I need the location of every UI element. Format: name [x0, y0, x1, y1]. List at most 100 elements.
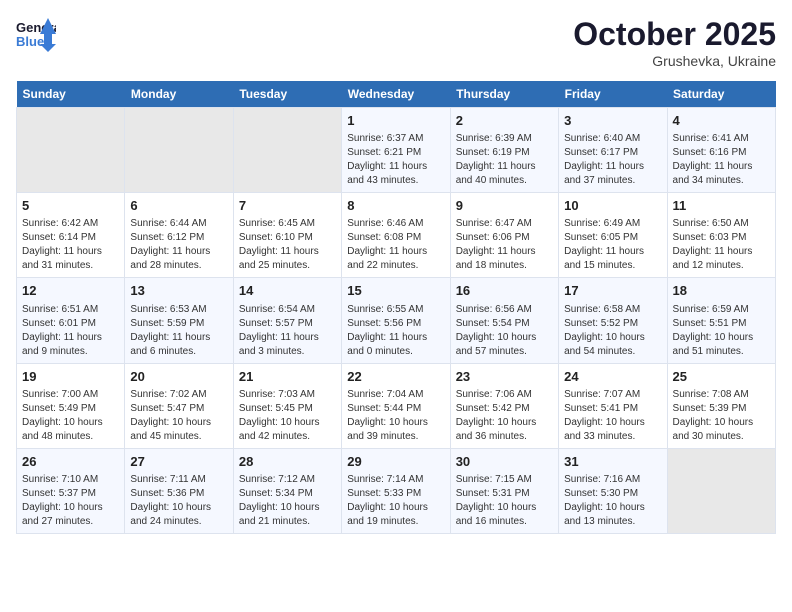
day-cell: 31 Sunrise: 7:16 AM Sunset: 5:30 PM Dayli… [559, 448, 667, 533]
day-details: Sunrise: 6:46 AM Sunset: 6:08 PM Dayligh… [347, 217, 444, 273]
day-cell: 19 Sunrise: 7:00 AM Sunset: 5:49 PM Dayli… [17, 363, 125, 448]
day-number: 25 [673, 368, 770, 386]
day-cell: 20 Sunrise: 7:02 AM Sunset: 5:47 PM Dayli… [125, 363, 233, 448]
day-details: Sunrise: 7:08 AM Sunset: 5:39 PM Dayligh… [673, 388, 770, 444]
day-details: Sunrise: 6:37 AM Sunset: 6:21 PM Dayligh… [347, 132, 444, 188]
day-cell: 13 Sunrise: 6:53 AM Sunset: 5:59 PM Dayli… [125, 278, 233, 363]
day-number: 17 [564, 282, 661, 300]
day-details: Sunrise: 6:59 AM Sunset: 5:51 PM Dayligh… [673, 303, 770, 359]
day-details: Sunrise: 6:50 AM Sunset: 6:03 PM Dayligh… [673, 217, 770, 273]
day-number: 28 [239, 453, 336, 471]
day-number: 10 [564, 197, 661, 215]
day-cell: 28 Sunrise: 7:12 AM Sunset: 5:34 PM Dayli… [233, 448, 341, 533]
day-cell: 5 Sunrise: 6:42 AM Sunset: 6:14 PM Daylig… [17, 193, 125, 278]
location: Grushevka, Ukraine [573, 53, 776, 69]
header-cell-monday: Monday [125, 81, 233, 108]
day-details: Sunrise: 7:03 AM Sunset: 5:45 PM Dayligh… [239, 388, 336, 444]
day-number: 23 [456, 368, 553, 386]
day-cell: 1 Sunrise: 6:37 AM Sunset: 6:21 PM Daylig… [342, 108, 450, 193]
day-number: 19 [22, 368, 119, 386]
day-details: Sunrise: 7:16 AM Sunset: 5:30 PM Dayligh… [564, 473, 661, 529]
week-row-0: 1 Sunrise: 6:37 AM Sunset: 6:21 PM Daylig… [17, 108, 776, 193]
day-number: 31 [564, 453, 661, 471]
day-details: Sunrise: 7:11 AM Sunset: 5:36 PM Dayligh… [130, 473, 227, 529]
day-number: 20 [130, 368, 227, 386]
header-cell-tuesday: Tuesday [233, 81, 341, 108]
day-details: Sunrise: 6:40 AM Sunset: 6:17 PM Dayligh… [564, 132, 661, 188]
calendar-table: SundayMondayTuesdayWednesdayThursdayFrid… [16, 81, 776, 534]
day-details: Sunrise: 7:10 AM Sunset: 5:37 PM Dayligh… [22, 473, 119, 529]
day-cell: 14 Sunrise: 6:54 AM Sunset: 5:57 PM Dayli… [233, 278, 341, 363]
day-details: Sunrise: 6:49 AM Sunset: 6:05 PM Dayligh… [564, 217, 661, 273]
day-number: 4 [673, 112, 770, 130]
day-cell: 21Sunrise: 7:03 AM Sunset: 5:45 PM Dayli… [233, 363, 341, 448]
day-number: 2 [456, 112, 553, 130]
logo: General Blue [16, 16, 60, 52]
day-cell: 8 Sunrise: 6:46 AM Sunset: 6:08 PM Daylig… [342, 193, 450, 278]
day-number: 16 [456, 282, 553, 300]
day-details: Sunrise: 7:02 AM Sunset: 5:47 PM Dayligh… [130, 388, 227, 444]
day-cell: 12 Sunrise: 6:51 AM Sunset: 6:01 PM Dayli… [17, 278, 125, 363]
header-cell-saturday: Saturday [667, 81, 775, 108]
day-number: 29 [347, 453, 444, 471]
day-cell: 7 Sunrise: 6:45 AM Sunset: 6:10 PM Daylig… [233, 193, 341, 278]
day-number: 26 [22, 453, 119, 471]
header-cell-wednesday: Wednesday [342, 81, 450, 108]
day-details: Sunrise: 7:00 AM Sunset: 5:49 PM Dayligh… [22, 388, 119, 444]
day-details: Sunrise: 6:56 AM Sunset: 5:54 PM Dayligh… [456, 303, 553, 359]
day-number: 27 [130, 453, 227, 471]
day-number: 18 [673, 282, 770, 300]
day-cell: 11 Sunrise: 6:50 AM Sunset: 6:03 PM Dayli… [667, 193, 775, 278]
day-cell: 22Sunrise: 7:04 AM Sunset: 5:44 PM Dayli… [342, 363, 450, 448]
day-number: 15 [347, 282, 444, 300]
day-cell: 30 Sunrise: 7:15 AM Sunset: 5:31 PM Dayli… [450, 448, 558, 533]
day-cell: 4 Sunrise: 6:41 AM Sunset: 6:16 PM Daylig… [667, 108, 775, 193]
day-number: 12 [22, 282, 119, 300]
day-cell [17, 108, 125, 193]
week-row-4: 26 Sunrise: 7:10 AM Sunset: 5:37 PM Dayli… [17, 448, 776, 533]
header-cell-thursday: Thursday [450, 81, 558, 108]
day-number: 8 [347, 197, 444, 215]
header-cell-friday: Friday [559, 81, 667, 108]
day-cell: 16 Sunrise: 6:56 AM Sunset: 5:54 PM Dayli… [450, 278, 558, 363]
day-cell [125, 108, 233, 193]
header-cell-sunday: Sunday [17, 81, 125, 108]
month-title: October 2025 [573, 16, 776, 53]
day-number: 1 [347, 112, 444, 130]
day-number: 9 [456, 197, 553, 215]
week-row-2: 12 Sunrise: 6:51 AM Sunset: 6:01 PM Dayli… [17, 278, 776, 363]
header-row: SundayMondayTuesdayWednesdayThursdayFrid… [17, 81, 776, 108]
day-number: 30 [456, 453, 553, 471]
day-details: Sunrise: 6:53 AM Sunset: 5:59 PM Dayligh… [130, 303, 227, 359]
day-details: Sunrise: 6:45 AM Sunset: 6:10 PM Dayligh… [239, 217, 336, 273]
day-details: Sunrise: 7:12 AM Sunset: 5:34 PM Dayligh… [239, 473, 336, 529]
day-details: Sunrise: 6:41 AM Sunset: 6:16 PM Dayligh… [673, 132, 770, 188]
day-cell: 29 Sunrise: 7:14 AM Sunset: 5:33 PM Dayli… [342, 448, 450, 533]
day-number: 11 [673, 197, 770, 215]
day-cell: 6Sunrise: 6:44 AM Sunset: 6:12 PM Daylig… [125, 193, 233, 278]
day-cell: 2Sunrise: 6:39 AM Sunset: 6:19 PM Daylig… [450, 108, 558, 193]
day-cell [233, 108, 341, 193]
day-details: Sunrise: 6:54 AM Sunset: 5:57 PM Dayligh… [239, 303, 336, 359]
day-number: 5 [22, 197, 119, 215]
day-number: 24 [564, 368, 661, 386]
day-number: 14 [239, 282, 336, 300]
day-details: Sunrise: 6:42 AM Sunset: 6:14 PM Dayligh… [22, 217, 119, 273]
day-cell: 15 Sunrise: 6:55 AM Sunset: 5:56 PM Dayli… [342, 278, 450, 363]
day-details: Sunrise: 6:51 AM Sunset: 6:01 PM Dayligh… [22, 303, 119, 359]
day-cell: 23Sunrise: 7:06 AM Sunset: 5:42 PM Dayli… [450, 363, 558, 448]
page-header: General Blue October 2025 Grushevka, Ukr… [16, 16, 776, 69]
day-details: Sunrise: 7:15 AM Sunset: 5:31 PM Dayligh… [456, 473, 553, 529]
day-details: Sunrise: 7:14 AM Sunset: 5:33 PM Dayligh… [347, 473, 444, 529]
day-number: 6 [130, 197, 227, 215]
day-details: Sunrise: 6:58 AM Sunset: 5:52 PM Dayligh… [564, 303, 661, 359]
day-cell: 9Sunrise: 6:47 AM Sunset: 6:06 PM Daylig… [450, 193, 558, 278]
day-details: Sunrise: 7:07 AM Sunset: 5:41 PM Dayligh… [564, 388, 661, 444]
svg-text:Blue: Blue [16, 34, 44, 49]
week-row-1: 5 Sunrise: 6:42 AM Sunset: 6:14 PM Daylig… [17, 193, 776, 278]
day-details: Sunrise: 6:55 AM Sunset: 5:56 PM Dayligh… [347, 303, 444, 359]
day-number: 13 [130, 282, 227, 300]
day-number: 7 [239, 197, 336, 215]
day-number: 22 [347, 368, 444, 386]
day-cell: 27 Sunrise: 7:11 AM Sunset: 5:36 PM Dayli… [125, 448, 233, 533]
